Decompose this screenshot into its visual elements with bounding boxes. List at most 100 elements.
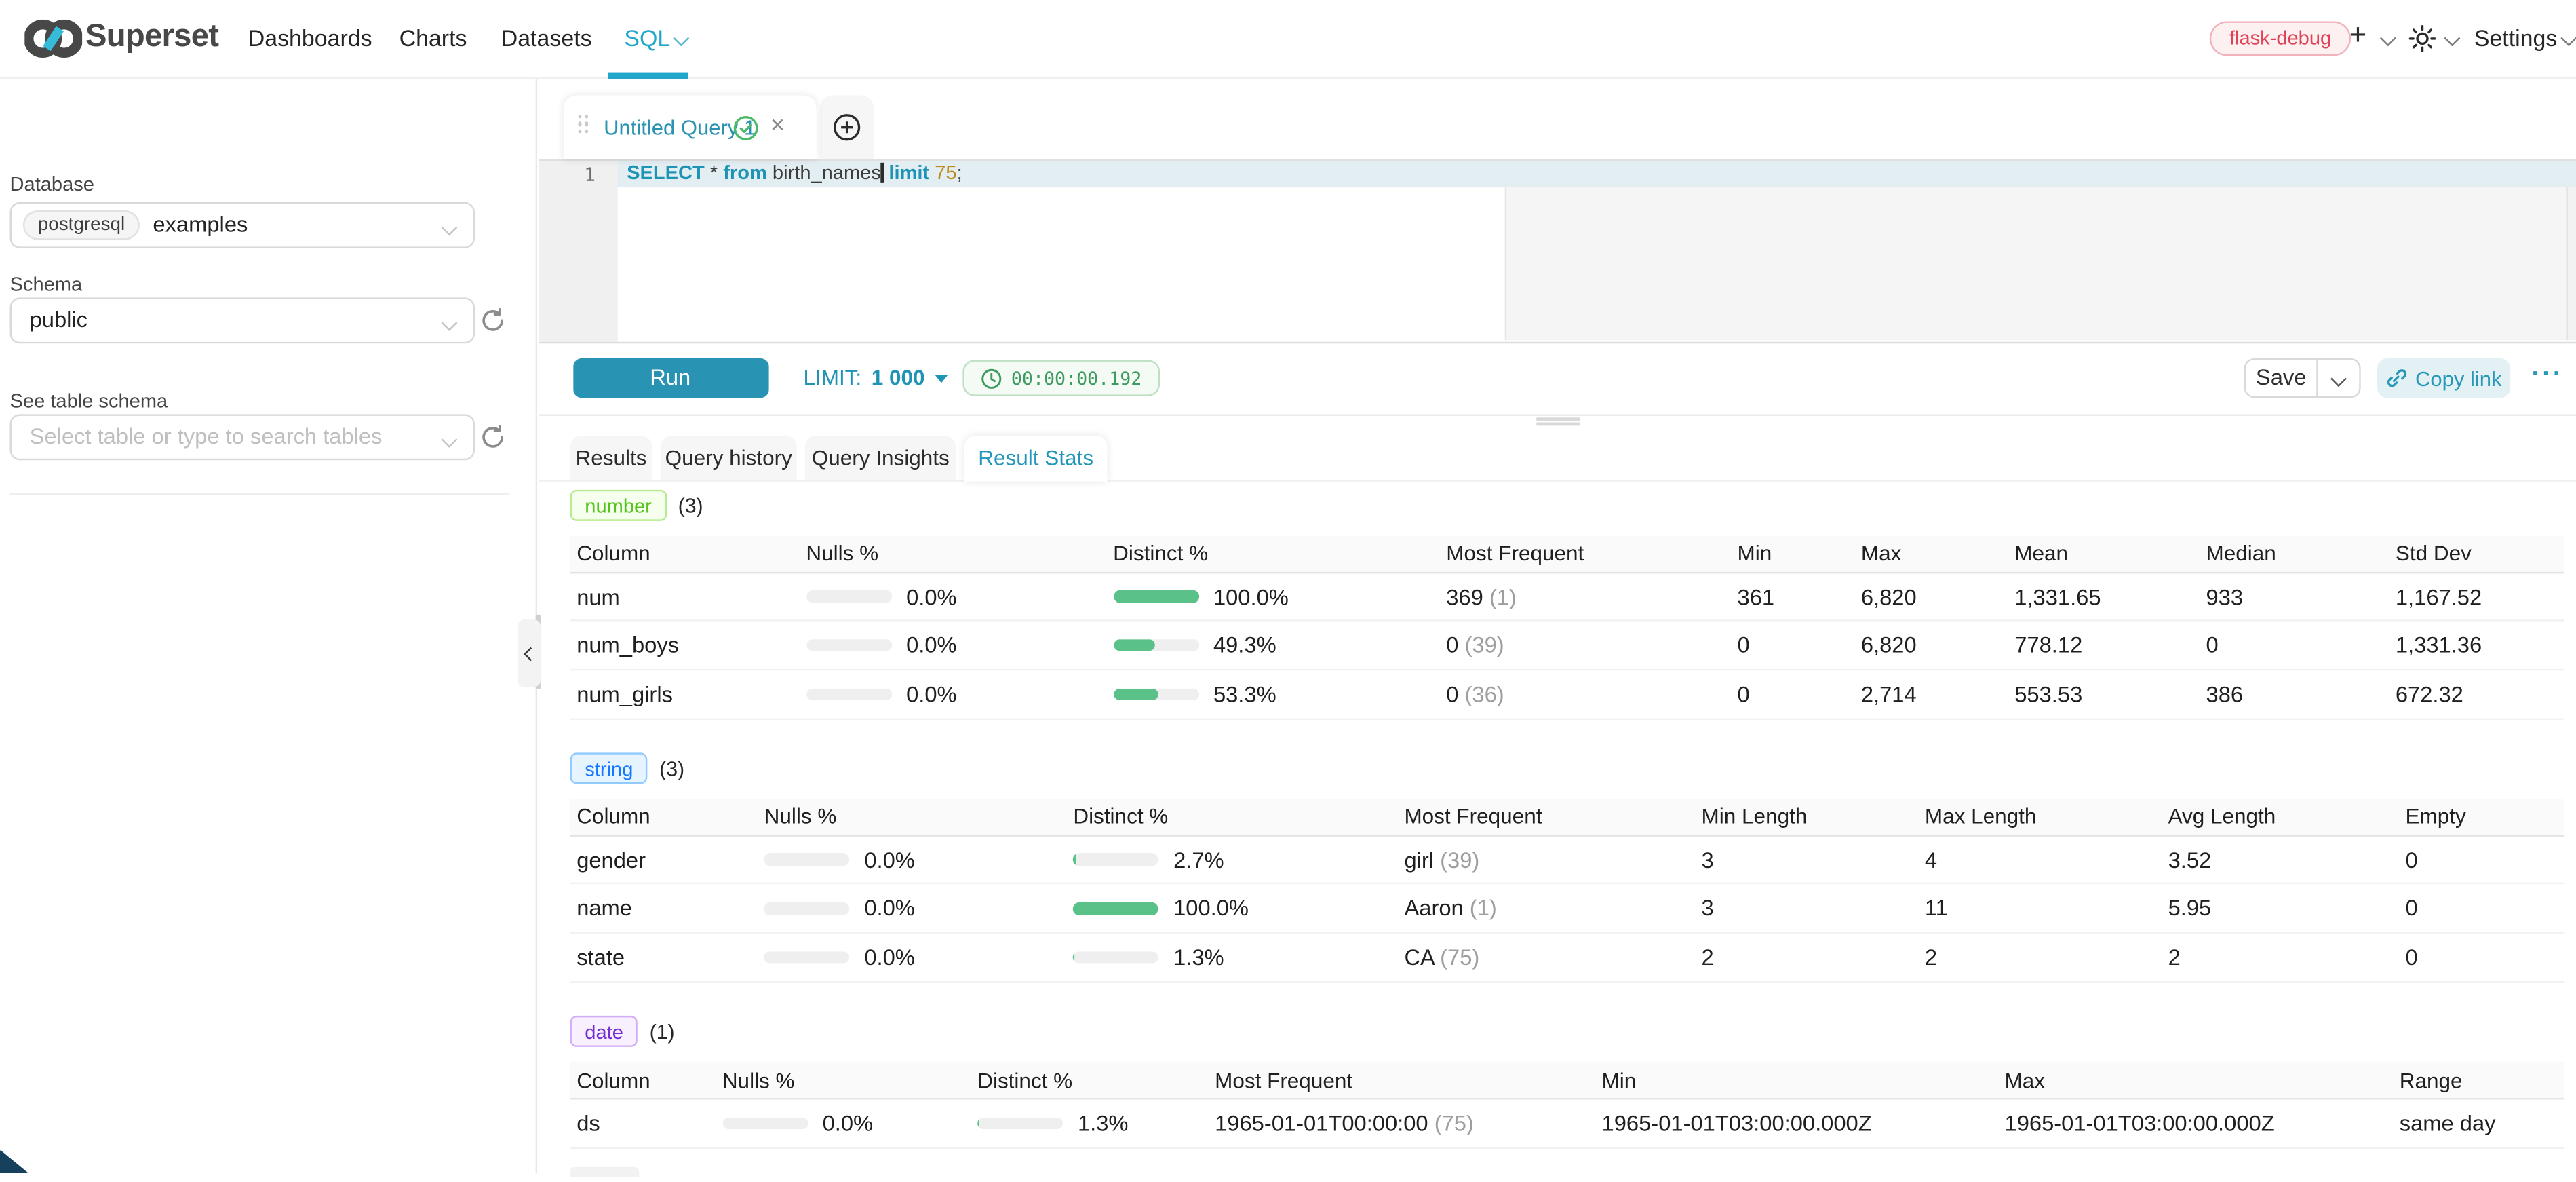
distinct-progressbar <box>1113 590 1198 603</box>
cell-value: same day <box>2393 1111 2564 1135</box>
more-actions-icon[interactable]: ··· <box>2532 360 2564 387</box>
nulls-percent: 0.0% <box>906 633 957 657</box>
nav-sql[interactable]: SQL <box>624 24 686 51</box>
cell-nulls: 0.0% <box>758 847 1067 872</box>
distinct-percent: 2.7% <box>1173 847 1224 872</box>
cell-distinct: 49.3% <box>1106 633 1439 657</box>
column-header: Nulls % <box>800 541 1107 566</box>
column-header: Min Length <box>1695 805 1918 829</box>
result-stats-panel: number (3) ColumnNulls %Distinct %Most F… <box>570 490 2564 1182</box>
column-header: Max <box>1998 1067 2393 1092</box>
limit-value: 1 000 <box>872 365 925 389</box>
distinct-progressbar <box>1113 639 1198 651</box>
chevron-down-icon <box>441 314 457 330</box>
sidebar-divider <box>10 492 509 493</box>
nav-datasets[interactable]: Datasets <box>501 24 592 51</box>
query-editor-tab[interactable]: Untitled Query 1 ✕ <box>563 95 816 159</box>
column-header: Most Frequent <box>1398 805 1695 829</box>
sql-token: * <box>710 161 718 184</box>
editor-results-divider <box>538 413 2576 415</box>
sql-token: from <box>723 161 767 184</box>
distinct-progressbar <box>977 1117 1063 1129</box>
copy-link-button[interactable]: Copy link <box>2377 358 2510 398</box>
sql-token <box>929 161 935 184</box>
new-item-plus-icon[interactable]: + <box>2349 18 2366 53</box>
distinct-progressbar <box>1113 688 1198 700</box>
column-header: Median <box>2200 541 2389 566</box>
column-header: Column <box>570 805 757 829</box>
nav-dashboards[interactable]: Dashboards <box>248 24 372 51</box>
limit-dropdown[interactable]: LIMIT: 1 000 <box>803 365 948 389</box>
nav-charts[interactable]: Charts <box>399 24 467 51</box>
type-count: (1) <box>650 1020 675 1043</box>
run-query-button[interactable]: Run <box>572 358 768 398</box>
refresh-schemas-icon[interactable] <box>480 307 506 333</box>
nulls-progressbar <box>764 902 850 915</box>
cell-column-name: ds <box>570 1111 716 1135</box>
limit-label: LIMIT: <box>803 365 861 389</box>
tab-drag-handle-icon[interactable] <box>577 115 589 138</box>
cell-value: 1,331.65 <box>2008 584 2200 609</box>
panel-resize-handle-icon[interactable] <box>1536 417 1580 426</box>
refresh-tables-icon[interactable] <box>480 423 506 450</box>
column-header: Nulls % <box>758 805 1067 829</box>
cell-value: 1965-01-01T03:00:00.000Z <box>1998 1111 2393 1135</box>
database-select[interactable]: postgresql examples <box>10 202 475 248</box>
editor-scrollbar-track[interactable] <box>2566 187 2576 341</box>
cell-most-frequent: Aaron (1) <box>1398 896 1695 921</box>
settings-menu[interactable]: Settings <box>2474 24 2575 51</box>
cell-value: 361 <box>1731 584 1854 609</box>
nulls-percent: 0.0% <box>864 945 915 969</box>
save-query-button[interactable]: Save <box>2244 358 2361 398</box>
tab-query-history[interactable]: Query history <box>661 435 797 479</box>
copy-link-label: Copy link <box>2415 366 2502 390</box>
stats-table-body: ds0.0%1.3%1965-01-01T00:00:00 (75)1965-0… <box>570 1099 2564 1148</box>
cell-value: 672.32 <box>2389 682 2564 706</box>
schema-label: Schema <box>10 272 83 295</box>
cell-value: 3 <box>1695 847 1918 872</box>
table-row: num_boys0.0%49.3%0 (39)06,820778.1201,33… <box>570 622 2564 671</box>
tab-query-insights[interactable]: Query Insights <box>805 435 956 479</box>
brand-wordmark[interactable]: Superset <box>85 18 218 56</box>
column-header: Range <box>2393 1067 2564 1092</box>
cell-value: 1965-01-01T03:00:00.000Z <box>1595 1111 1998 1135</box>
close-tab-icon[interactable]: ✕ <box>770 113 785 136</box>
chevron-down-icon <box>674 30 688 45</box>
stats-section-number: number (3) ColumnNulls %Distinct %Most F… <box>570 490 2564 719</box>
table-row: gender0.0%2.7%girl (39)343.520 <box>570 837 2564 885</box>
collapse-sidebar-button[interactable] <box>517 619 540 687</box>
cell-column-name: name <box>570 896 757 921</box>
cell-column-name: state <box>570 945 757 969</box>
superset-logo-icon[interactable] <box>24 15 82 62</box>
tab-results[interactable]: Results <box>570 435 652 479</box>
save-options-caret[interactable] <box>2318 360 2360 396</box>
table-schema-label: See table schema <box>10 389 168 412</box>
nulls-progressbar <box>764 854 850 866</box>
save-label[interactable]: Save <box>2246 360 2318 396</box>
sql-code-editor[interactable]: 1 SELECT * from birth_names limit 75; <box>538 159 2576 343</box>
theme-sun-icon[interactable] <box>2408 24 2436 52</box>
new-query-tab-button[interactable] <box>820 95 874 159</box>
editor-print-margin <box>1504 187 2576 341</box>
table-row: ds0.0%1.3%1965-01-01T00:00:00 (75)1965-0… <box>570 1099 2564 1148</box>
nulls-percent: 0.0% <box>906 584 957 609</box>
cell-column-name: num_boys <box>570 633 799 657</box>
sql-token: SELECT <box>627 161 705 184</box>
cell-value: 6,820 <box>1854 633 2008 657</box>
schema-select[interactable]: public <box>10 297 475 343</box>
line-number: 1 <box>584 163 596 188</box>
cell-distinct: 1.3% <box>971 1111 1209 1135</box>
cell-nulls: 0.0% <box>758 945 1067 969</box>
column-header: Distinct % <box>971 1067 1209 1092</box>
sql-lab-sidebar: Database postgresql examples Schema publ… <box>0 78 537 1173</box>
chevron-down-icon[interactable] <box>2380 31 2395 45</box>
sql-code-line[interactable]: SELECT * from birth_names limit 75; <box>627 161 962 187</box>
column-header: Max <box>1854 541 2008 566</box>
cell-value: 778.12 <box>2008 633 2200 657</box>
cell-value: 553.53 <box>2008 682 2200 706</box>
chevron-down-icon[interactable] <box>2444 31 2459 45</box>
tab-result-stats[interactable]: Result Stats <box>964 435 1108 481</box>
chevron-down-icon <box>441 431 457 447</box>
table-select[interactable]: Select table or type to search tables <box>10 413 475 459</box>
column-header: Avg Length <box>2162 805 2399 829</box>
